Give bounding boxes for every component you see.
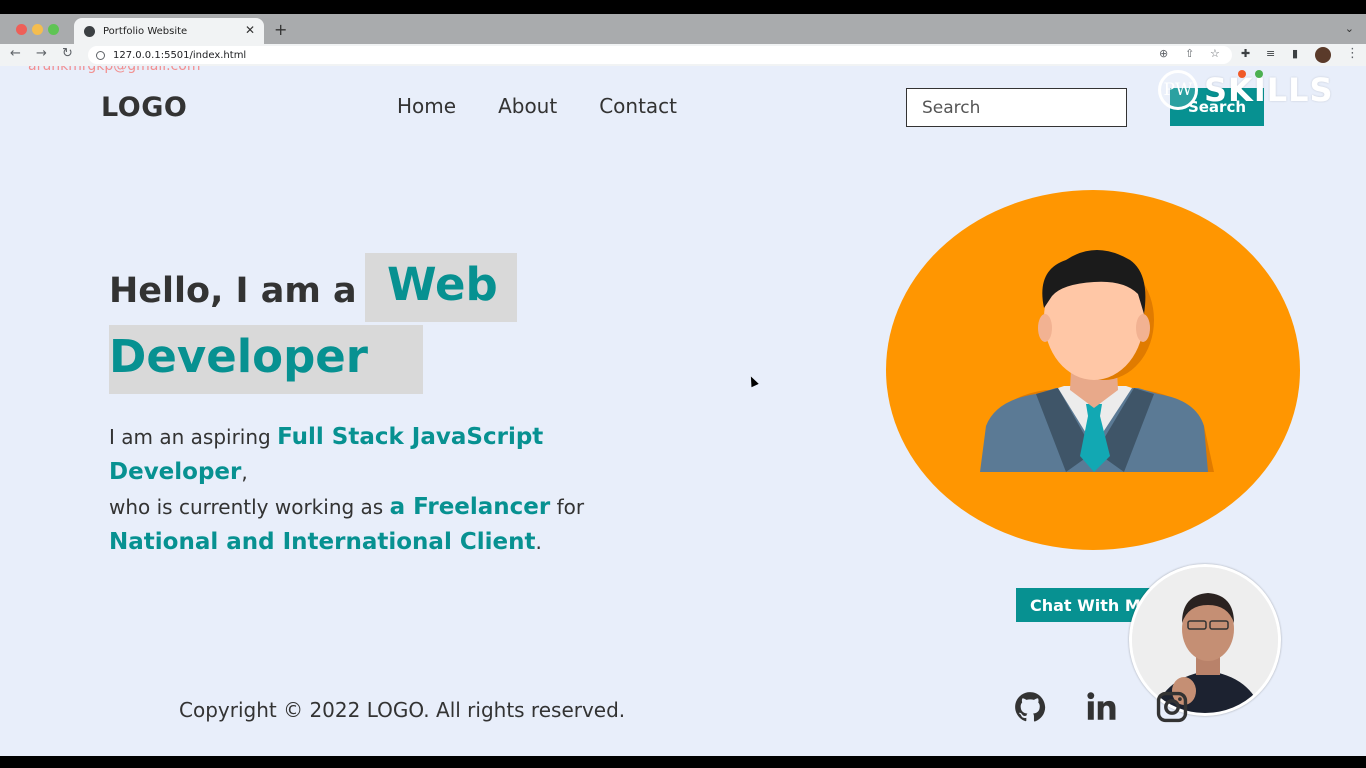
address-bar[interactable]: 127.0.0.1:5501/index.html bbox=[88, 46, 1232, 64]
share-icon[interactable]: ⇧ bbox=[1185, 47, 1194, 60]
bookmark-star-icon[interactable]: ☆ bbox=[1210, 47, 1220, 60]
tab-search-icon[interactable]: ⌄ bbox=[1345, 22, 1354, 35]
pw-logo-icon: PW bbox=[1158, 70, 1198, 110]
businessman-avatar-icon bbox=[980, 250, 1214, 472]
hero-highlight-web: Web bbox=[365, 253, 517, 322]
search-input[interactable] bbox=[906, 88, 1127, 127]
instagram-icon[interactable] bbox=[1155, 690, 1189, 724]
menu-kebab-icon[interactable]: ⋮ bbox=[1346, 46, 1359, 61]
extensions-icon[interactable]: ✚ bbox=[1241, 47, 1250, 60]
nav-about-link[interactable]: About bbox=[498, 94, 557, 118]
desc-text-5: . bbox=[535, 530, 542, 554]
reading-list-icon[interactable]: ≡ bbox=[1266, 47, 1275, 60]
bottom-letterbox bbox=[0, 756, 1366, 768]
portfolio-page: arunkmrgkp@gmail.com LOGO Home About Con… bbox=[0, 66, 1366, 756]
site-info-icon[interactable] bbox=[96, 50, 105, 60]
desc-text-3: who is currently working as bbox=[109, 495, 390, 519]
minimize-window-button[interactable] bbox=[32, 24, 43, 35]
profile-avatar-circle bbox=[886, 190, 1300, 550]
brand-dot-green bbox=[1255, 70, 1263, 78]
main-nav: Home About Contact bbox=[397, 94, 677, 118]
tab-strip: Portfolio Website ✕ + ⌄ bbox=[0, 14, 1366, 44]
close-window-button[interactable] bbox=[16, 24, 27, 35]
hero-highlight-developer: Developer bbox=[109, 325, 423, 394]
nav-contact-link[interactable]: Contact bbox=[599, 94, 677, 118]
browser-tab[interactable]: Portfolio Website ✕ bbox=[74, 18, 264, 44]
tab-title: Portfolio Website bbox=[103, 25, 188, 37]
hero-greeting: Hello, I am a bbox=[109, 271, 357, 311]
desc-accent-freelancer: a Freelancer bbox=[389, 494, 551, 520]
maximize-window-button[interactable] bbox=[48, 24, 59, 35]
back-arrow-icon[interactable]: ← bbox=[10, 46, 21, 61]
desc-text-4: for bbox=[550, 495, 585, 519]
side-panel-icon[interactable]: ▮ bbox=[1292, 47, 1298, 60]
nav-home-link[interactable]: Home bbox=[397, 94, 456, 118]
footer-copyright: Copyright © 2022 LOGO. All rights reserv… bbox=[179, 698, 626, 722]
globe-icon bbox=[84, 25, 95, 37]
reload-icon[interactable]: ↻ bbox=[62, 46, 73, 61]
github-icon[interactable] bbox=[1013, 690, 1047, 724]
desc-text-1: I am an aspiring bbox=[109, 425, 278, 449]
linkedin-icon[interactable] bbox=[1085, 690, 1119, 724]
pw-skills-watermark: PW SKILLS bbox=[1158, 70, 1334, 110]
hero-description: I am an aspiring Full Stack JavaScript D… bbox=[109, 420, 669, 560]
skills-brand-text: SKILLS bbox=[1204, 71, 1334, 109]
brand-dot-orange bbox=[1238, 70, 1246, 78]
desc-text-2: , bbox=[241, 460, 248, 484]
browser-chrome: Portfolio Website ✕ + ⌄ ← → ↻ 127.0.0.1:… bbox=[0, 14, 1366, 66]
mouse-cursor-icon bbox=[747, 374, 759, 388]
desc-accent-clients: National and International Client bbox=[109, 529, 536, 555]
zoom-icon[interactable]: ⊕ bbox=[1159, 47, 1168, 60]
hero-highlight-web-text: Web bbox=[387, 258, 498, 311]
forward-arrow-icon[interactable]: → bbox=[36, 46, 47, 61]
site-logo[interactable]: LOGO bbox=[101, 92, 187, 123]
new-tab-button[interactable]: + bbox=[274, 20, 287, 39]
url-text: 127.0.0.1:5501/index.html bbox=[113, 49, 247, 61]
browser-toolbar: ← → ↻ 127.0.0.1:5501/index.html ⊕ ⇧ ☆ ✚ … bbox=[0, 44, 1366, 66]
profile-avatar[interactable] bbox=[1315, 47, 1331, 63]
email-watermark: arunkmrgkp@gmail.com bbox=[28, 66, 201, 74]
tab-close-icon[interactable]: ✕ bbox=[245, 23, 255, 37]
presenter-video-overlay bbox=[1129, 564, 1281, 716]
hero-highlight-developer-text: Developer bbox=[109, 330, 368, 383]
